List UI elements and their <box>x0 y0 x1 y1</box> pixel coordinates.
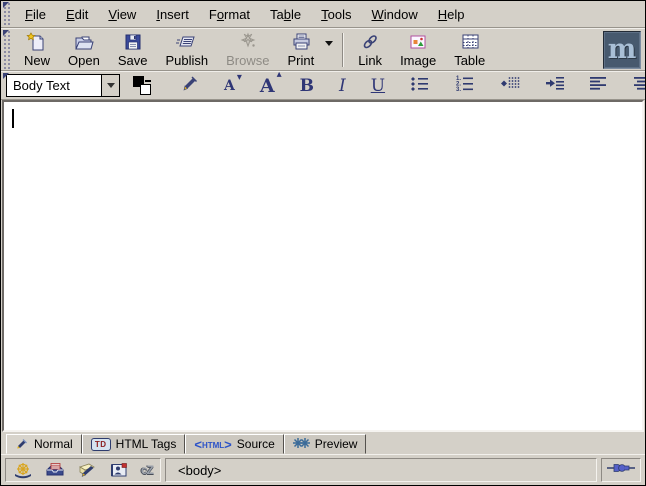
online-plug-icon <box>607 461 635 480</box>
menu-view[interactable]: View <box>98 5 146 24</box>
align-center-icon <box>633 75 646 96</box>
menu-insert[interactable]: Insert <box>146 5 199 24</box>
tab-source[interactable]: <HTML> Source <box>185 434 283 454</box>
arrow-up-icon: ▴ <box>277 69 282 80</box>
align-center-button[interactable] <box>633 75 646 96</box>
menu-format[interactable]: Format <box>199 5 260 24</box>
align-left-button[interactable] <box>590 75 608 96</box>
menu-bar: File Edit View Insert Format Table Tools… <box>1 1 645 28</box>
element-path-panel[interactable]: <body> <box>165 458 597 482</box>
paragraph-style-dropdown-arrow[interactable] <box>101 75 119 96</box>
format-toolbar: Body Text A▾ A▴ B I U <box>1 71 645 100</box>
table-button[interactable]: Table <box>445 29 494 70</box>
tab-normal[interactable]: Normal <box>6 434 82 454</box>
image-icon <box>407 31 429 53</box>
composer-window: File Edit View Insert Format Table Tools… <box>0 0 646 486</box>
open-folder-icon <box>73 31 95 53</box>
numbered-list-button[interactable]: 1.2.3. <box>455 75 475 96</box>
address-book-icon[interactable] <box>109 462 129 478</box>
print-dropdown-arrow[interactable] <box>325 41 333 46</box>
bullet-list-button[interactable] <box>410 75 430 96</box>
element-path-text: <body> <box>178 463 221 478</box>
td-tag-icon: TD <box>91 438 111 451</box>
save-floppy-icon <box>122 31 144 53</box>
browse-button[interactable]: Browse <box>217 29 278 70</box>
browse-icon <box>237 31 259 53</box>
menu-tools[interactable]: Tools <box>311 5 361 24</box>
bold-button[interactable]: B <box>300 77 314 95</box>
outdent-button[interactable] <box>500 75 520 96</box>
tab-html-tags[interactable]: TD HTML Tags <box>82 434 186 454</box>
save-button[interactable]: Save <box>109 29 157 70</box>
decrease-font-size-button[interactable]: A▾ <box>224 78 235 94</box>
throbber-letter: m <box>608 34 637 65</box>
html-brackets-icon: <HTML> <box>194 437 231 452</box>
component-bar: cZ <box>5 458 161 482</box>
edit-mode-tabbar: Normal TD HTML Tags <HTML> Source Previe… <box>1 432 645 454</box>
arrow-down-icon: ▾ <box>237 72 242 83</box>
color-picker-tick <box>145 80 151 82</box>
new-page-icon <box>26 31 48 53</box>
publish-button[interactable]: Publish <box>156 29 217 70</box>
main-toolbar: New Open Save Publish Browse <box>1 28 645 71</box>
indent-button[interactable] <box>545 75 565 96</box>
underline-button[interactable]: U <box>371 77 385 95</box>
bullet-list-icon <box>410 75 430 96</box>
mozilla-throbber[interactable]: m <box>603 31 641 69</box>
menu-help[interactable]: Help <box>428 5 475 24</box>
text-caret <box>12 109 14 128</box>
edit-canvas[interactable] <box>2 100 644 432</box>
preview-sparkles-icon <box>293 437 310 452</box>
publish-icon <box>175 31 199 53</box>
print-icon <box>290 31 312 53</box>
pen-icon <box>179 73 199 98</box>
format-buttons: A▾ A▴ B I U 1.2.3. <box>132 73 646 98</box>
toolbar-separator <box>342 33 344 67</box>
paragraph-style-value: Body Text <box>7 75 101 96</box>
navigator-icon[interactable] <box>13 462 33 479</box>
paragraph-style-select[interactable]: Body Text <box>6 74 120 97</box>
increase-font-size-button[interactable]: A▴ <box>260 75 275 97</box>
open-button[interactable]: Open <box>59 29 109 70</box>
menubar-grippy[interactable] <box>2 2 11 26</box>
align-left-icon <box>590 75 608 96</box>
tab-preview[interactable]: Preview <box>284 434 367 454</box>
text-color-picker[interactable] <box>132 75 154 96</box>
status-bar: cZ <body> <box>1 454 645 485</box>
table-icon <box>459 31 481 53</box>
link-button[interactable]: Link <box>349 29 391 70</box>
background-color-swatch <box>140 84 151 95</box>
main-toolbar-grippy[interactable] <box>2 30 11 69</box>
normal-pen-icon <box>15 437 29 452</box>
menu-file[interactable]: File <box>15 5 56 24</box>
highlight-color-button[interactable] <box>179 73 199 98</box>
online-status-panel[interactable] <box>601 458 641 482</box>
numbered-list-icon: 1.2.3. <box>455 75 475 96</box>
svg-text:3.: 3. <box>456 87 461 91</box>
indent-icon <box>545 75 565 96</box>
composer-icon[interactable] <box>77 462 97 478</box>
print-button-group: Print <box>278 29 337 70</box>
chatzilla-icon[interactable]: cZ <box>141 463 153 477</box>
outdent-icon <box>500 75 520 96</box>
image-button[interactable]: Image <box>391 29 445 70</box>
link-chain-icon <box>359 31 381 53</box>
new-button[interactable]: New <box>15 29 59 70</box>
mail-icon[interactable] <box>45 462 65 478</box>
italic-button[interactable]: I <box>339 77 346 95</box>
menu-edit[interactable]: Edit <box>56 5 98 24</box>
print-button[interactable]: Print <box>278 29 323 70</box>
menu-window[interactable]: Window <box>362 5 428 24</box>
menu-table[interactable]: Table <box>260 5 311 24</box>
